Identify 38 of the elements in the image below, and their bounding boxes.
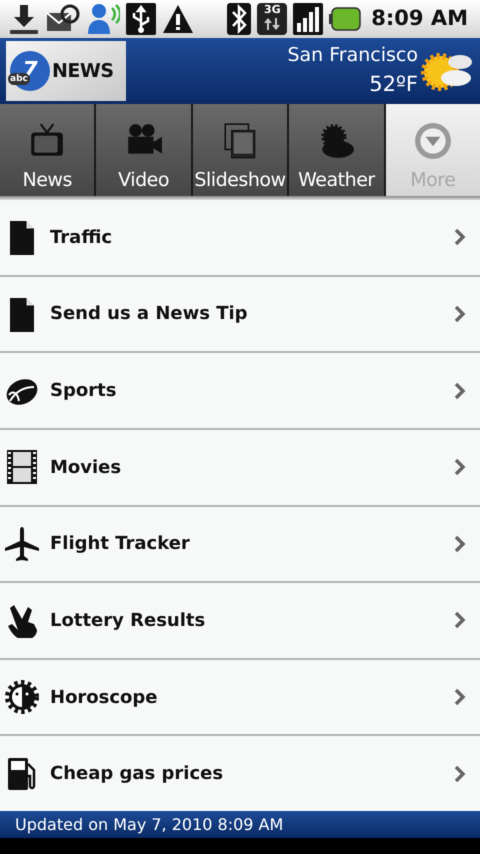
tab[interactable]: Slideshow (192, 104, 288, 196)
mobile-data-icon: 3G (257, 3, 288, 35)
warning-icon (162, 4, 194, 34)
chevron-right-icon (454, 688, 466, 706)
arrows-icon (263, 17, 282, 31)
battery-icon (329, 7, 362, 31)
sun-face-icon (4, 679, 40, 716)
tab[interactable]: News (0, 104, 94, 196)
city-name: San Francisco (287, 43, 418, 68)
chevron-right-icon (454, 764, 466, 783)
dropdown-icon (414, 122, 452, 160)
update-time: Updated on May 7, 2010 8:09 AM (15, 814, 284, 836)
menu-item[interactable]: Traffic (0, 200, 480, 277)
tab[interactable]: Weather (289, 104, 384, 196)
bluetooth-icon (227, 3, 252, 35)
menu-item[interactable]: Lottery Results (0, 583, 480, 660)
chevron-right-icon (454, 458, 466, 476)
tab[interactable]: Video (96, 104, 191, 196)
usb-icon (126, 3, 156, 35)
airplane-icon (4, 526, 40, 562)
chevron-right-icon (454, 304, 466, 323)
chevron-right-icon (454, 228, 466, 246)
temperature: 52ºF (369, 71, 418, 98)
logo-name: NEWS (52, 58, 114, 84)
contact-sync-icon (86, 2, 120, 36)
menu-item[interactable]: Horoscope (0, 660, 480, 736)
chevron-right-icon (454, 534, 466, 553)
film-strip-icon (4, 449, 40, 486)
status-time: 8:09 AM (371, 5, 468, 32)
download-icon (8, 3, 40, 35)
menu-item[interactable]: Flight Tracker (0, 506, 480, 584)
chevron-right-icon (454, 611, 466, 630)
menu-item[interactable]: Sports (0, 353, 480, 430)
menu-item[interactable]: Movies (0, 430, 480, 506)
menu-item[interactable]: Cheap gas prices (0, 736, 480, 811)
signal-icon (293, 3, 324, 35)
menu-item[interactable]: Send us a News Tip (0, 276, 480, 354)
chevron-right-icon (454, 382, 466, 400)
